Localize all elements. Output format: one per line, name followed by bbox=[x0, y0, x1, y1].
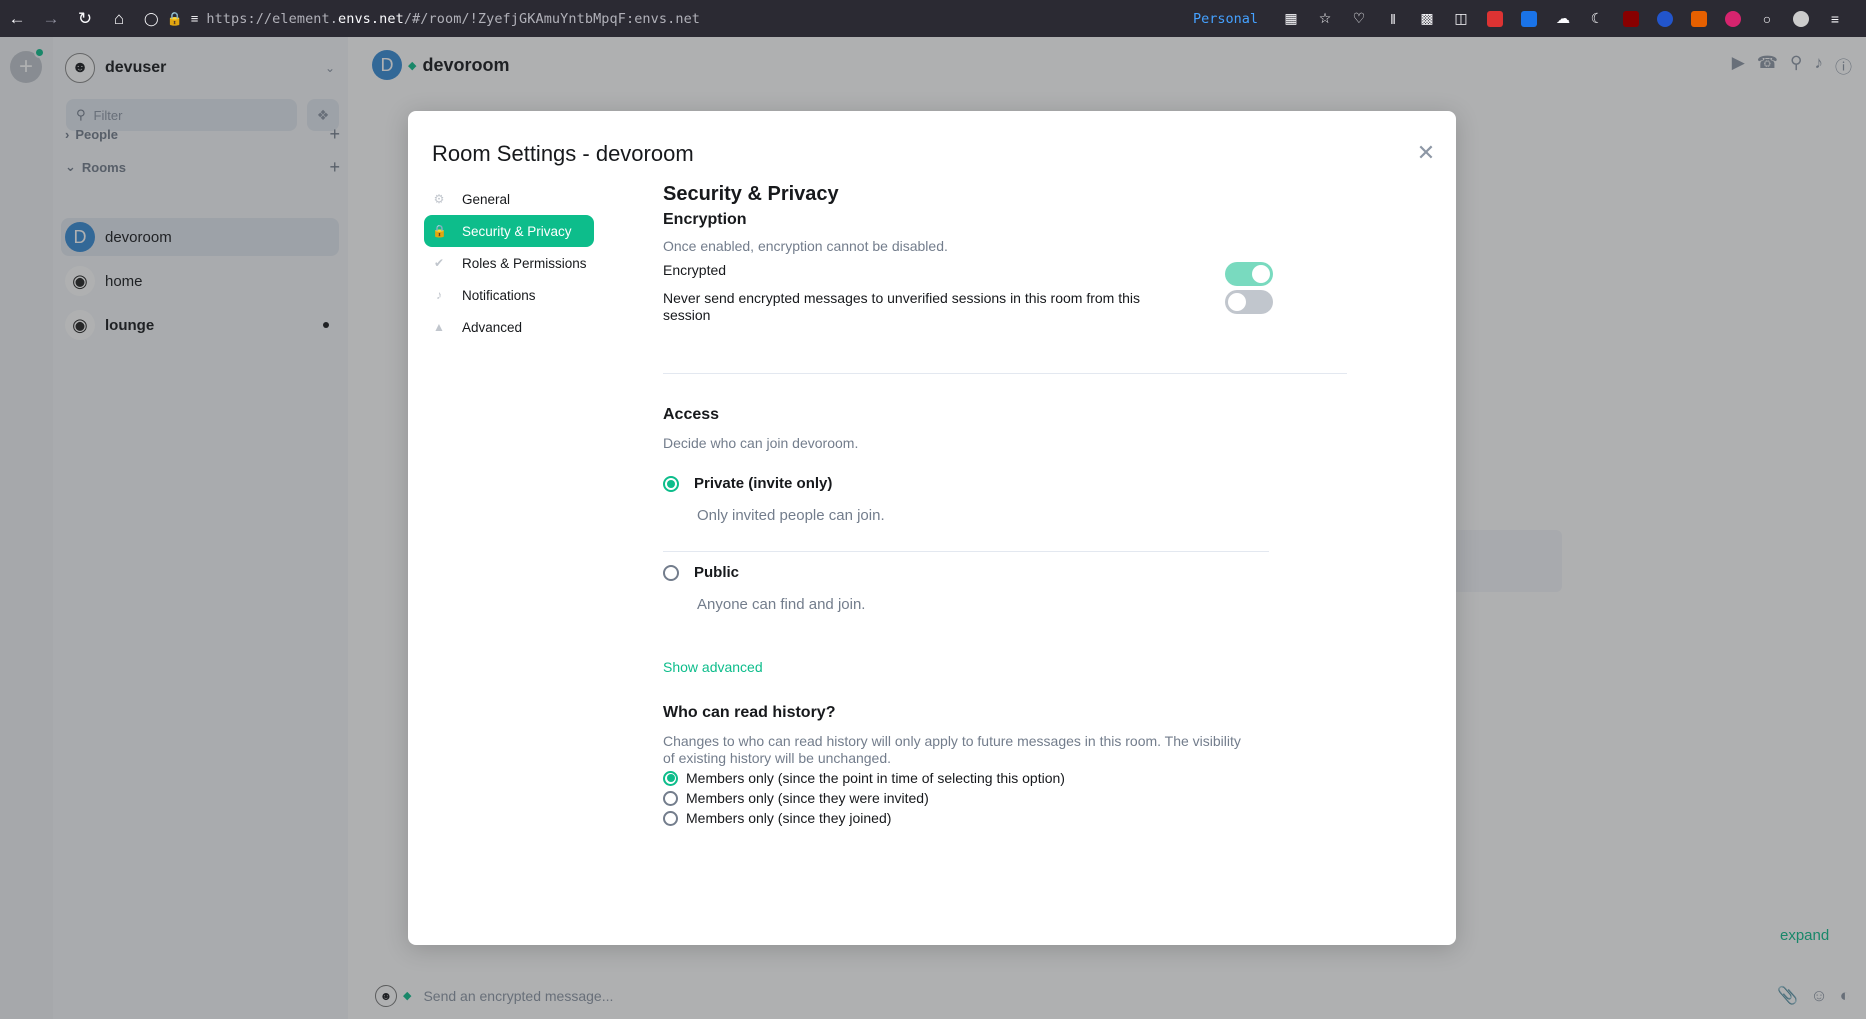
grid-icon[interactable]: ▦ bbox=[1274, 0, 1308, 37]
tab-label: Notifications bbox=[462, 287, 536, 303]
history-option-since-joined[interactable]: Members only (since they joined) bbox=[663, 810, 891, 826]
hd-extension-icon[interactable] bbox=[1478, 0, 1512, 37]
browser-toolbar: ← → ↻ ⌂ ◯ 🔒 ≡ https://element.envs.net/#… bbox=[0, 0, 1866, 37]
s-extension-icon[interactable] bbox=[1512, 0, 1546, 37]
option-label: Private (invite only) bbox=[694, 475, 833, 492]
account-icon[interactable] bbox=[1784, 0, 1818, 37]
gear-icon: ⚙ bbox=[433, 192, 445, 206]
extensions-icon[interactable]: ▩ bbox=[1410, 0, 1444, 37]
back-button[interactable]: ← bbox=[0, 0, 34, 37]
radio-history-2[interactable] bbox=[663, 790, 678, 806]
encrypted-label: Encrypted bbox=[663, 262, 727, 278]
radio-private[interactable] bbox=[663, 475, 679, 492]
access-description: Decide who can join devoroom. bbox=[663, 435, 859, 451]
library-icon[interactable]: ‖ bbox=[1376, 0, 1410, 37]
encrypted-toggle[interactable] bbox=[1225, 262, 1273, 286]
lock-icon: 🔒 bbox=[166, 10, 183, 26]
history-heading: Who can read history? bbox=[663, 704, 836, 721]
pocket-icon[interactable]: ♡ bbox=[1342, 0, 1376, 37]
encryption-heading: Encryption bbox=[663, 211, 747, 228]
lock-icon: 🔒 bbox=[432, 224, 447, 238]
encrypted-setting: Encrypted bbox=[663, 262, 1273, 286]
radio-history-1[interactable] bbox=[663, 770, 678, 786]
ublock-icon[interactable] bbox=[1614, 0, 1648, 37]
container-label[interactable]: Personal bbox=[1193, 11, 1258, 27]
bell-icon: ♪ bbox=[436, 288, 442, 302]
permissions-icon: ≡ bbox=[190, 11, 199, 26]
never-send-label: Never send encrypted messages to unverif… bbox=[663, 290, 1140, 323]
home-button[interactable]: ⌂ bbox=[102, 0, 136, 37]
radio-public[interactable] bbox=[663, 564, 679, 581]
tab-label: Advanced bbox=[462, 319, 523, 335]
moon-extension-icon[interactable]: ☾ bbox=[1580, 0, 1614, 37]
settings-tabs: ⚙ General 🔒 Security & Privacy ✔ Roles &… bbox=[424, 183, 594, 343]
tab-roles-permissions[interactable]: ✔ Roles & Permissions bbox=[424, 247, 594, 279]
url-bar[interactable]: ◯ 🔒 ≡ https://element.envs.net/#/room/!Z… bbox=[144, 0, 1193, 37]
sidebar-icon[interactable]: ◫ bbox=[1444, 0, 1478, 37]
option-label: Members only (since they joined) bbox=[686, 810, 892, 826]
access-private-option[interactable]: Private (invite only) bbox=[663, 475, 832, 492]
warning-icon: ▲ bbox=[433, 320, 445, 334]
room-settings-dialog: Room Settings - devoroom ✕ ⚙ General 🔒 S… bbox=[408, 111, 1456, 945]
badge-icon: ✔ bbox=[433, 256, 445, 270]
s-circle-extension-icon[interactable] bbox=[1648, 0, 1682, 37]
dialog-title: Room Settings - devoroom bbox=[432, 141, 694, 166]
tab-general[interactable]: ⚙ General bbox=[424, 183, 594, 215]
cloud-extension-icon[interactable]: ☁ bbox=[1546, 0, 1580, 37]
tab-notifications[interactable]: ♪ Notifications bbox=[424, 279, 594, 311]
option-description: Anyone can find and join. bbox=[697, 596, 866, 613]
tab-label: Roles & Permissions bbox=[462, 255, 587, 271]
tab-advanced[interactable]: ▲ Advanced bbox=[424, 311, 594, 343]
history-option-since-selecting[interactable]: Members only (since the point in time of… bbox=[663, 770, 1065, 786]
access-public-option[interactable]: Public bbox=[663, 564, 739, 581]
url-text: https://element.envs.net/#/room/!ZyefjGK… bbox=[206, 10, 701, 27]
history-option-since-invited[interactable]: Members only (since they were invited) bbox=[663, 790, 929, 806]
close-icon[interactable]: ✕ bbox=[1414, 140, 1438, 165]
m-extension-icon[interactable] bbox=[1716, 0, 1750, 37]
never-send-setting: Never send encrypted messages to unverif… bbox=[663, 290, 1273, 324]
tab-security-privacy[interactable]: 🔒 Security & Privacy bbox=[424, 215, 594, 247]
tab-label: General bbox=[462, 191, 511, 207]
divider bbox=[663, 551, 1269, 552]
option-label: Members only (since the point in time of… bbox=[686, 770, 1065, 786]
menu-icon[interactable]: ≡ bbox=[1818, 0, 1852, 37]
option-description: Only invited people can join. bbox=[697, 507, 885, 524]
history-description: Changes to who can read history will onl… bbox=[663, 733, 1241, 766]
never-send-toggle[interactable] bbox=[1225, 290, 1273, 314]
divider bbox=[663, 373, 1347, 374]
shield-icon: ◯ bbox=[144, 10, 159, 26]
forward-button[interactable]: → bbox=[34, 0, 68, 37]
option-label: Public bbox=[694, 564, 740, 581]
glasses-extension-icon[interactable]: ○ bbox=[1750, 0, 1784, 37]
encryption-description: Once enabled, encryption cannot be disab… bbox=[663, 238, 948, 254]
radio-history-3[interactable] bbox=[663, 810, 678, 826]
show-advanced-link[interactable]: Show advanced bbox=[663, 659, 763, 675]
section-title: Security & Privacy bbox=[663, 183, 839, 205]
reload-button[interactable]: ↻ bbox=[68, 0, 102, 37]
bookmark-star-icon[interactable]: ☆ bbox=[1308, 0, 1342, 37]
fox-extension-icon[interactable] bbox=[1682, 0, 1716, 37]
tab-label: Security & Privacy bbox=[462, 223, 572, 239]
access-heading: Access bbox=[663, 406, 720, 423]
option-label: Members only (since they were invited) bbox=[686, 790, 929, 806]
